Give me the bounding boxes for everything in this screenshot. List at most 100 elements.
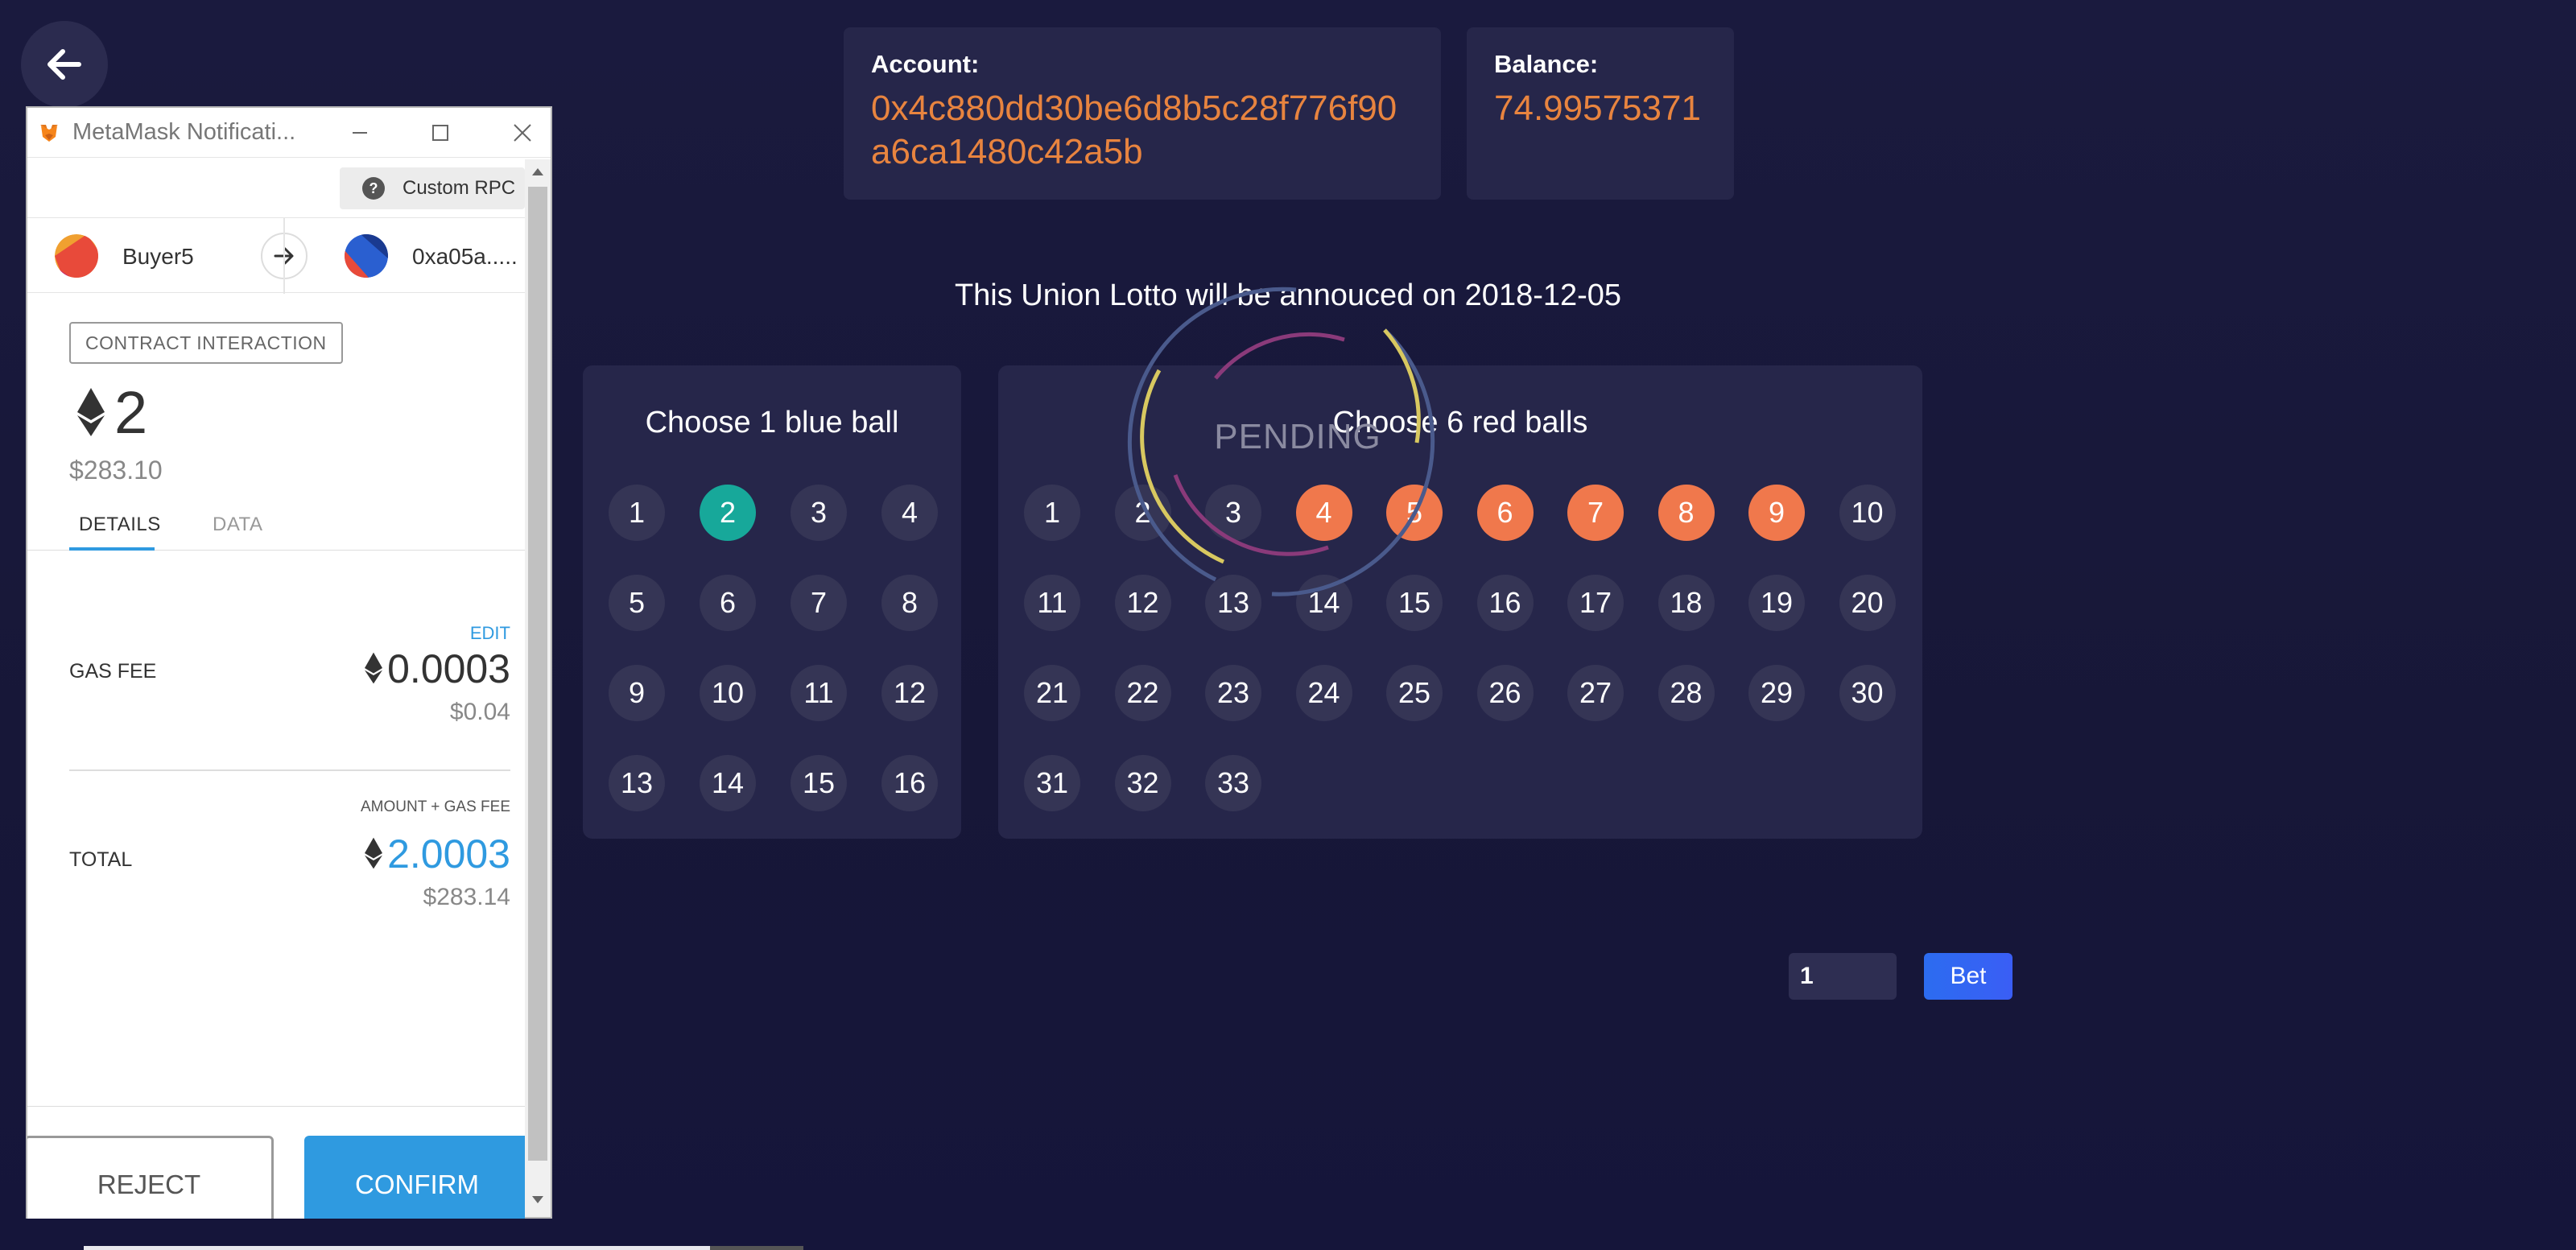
minimize-icon	[353, 132, 367, 134]
red-ball-22[interactable]: 22	[1114, 665, 1171, 721]
red-ball-1[interactable]: 1	[1024, 485, 1080, 541]
red-ball-30[interactable]: 30	[1839, 665, 1896, 721]
blue-ball-7[interactable]: 7	[791, 575, 847, 631]
red-ball-19[interactable]: 19	[1748, 575, 1805, 631]
back-button[interactable]	[21, 21, 108, 108]
from-account-name: Buyer5	[122, 244, 194, 269]
ethereum-icon	[365, 837, 383, 869]
ethereum-icon	[365, 652, 383, 684]
gas-fee-usd: $0.04	[449, 699, 510, 725]
blue-ball-11[interactable]: 11	[791, 665, 847, 721]
amount-eth: 2	[77, 378, 147, 447]
blue-ball-6[interactable]: 6	[700, 575, 756, 631]
red-ball-24[interactable]: 24	[1295, 665, 1352, 721]
red-ball-21[interactable]: 21	[1024, 665, 1080, 721]
red-ball-7[interactable]: 7	[1567, 485, 1624, 541]
red-ball-17[interactable]: 17	[1567, 575, 1624, 631]
minimize-button[interactable]	[346, 119, 374, 146]
red-ball-26[interactable]: 26	[1476, 665, 1534, 721]
network-label: Custom RPC	[402, 177, 516, 199]
blue-ball-13[interactable]: 13	[609, 755, 665, 811]
taskbar-strip-dark	[710, 1246, 803, 1250]
gas-fee-eth: 0.0003	[365, 646, 510, 692]
red-ball-11[interactable]: 11	[1024, 575, 1080, 631]
red-ball-32[interactable]: 32	[1114, 755, 1171, 811]
red-ball-6[interactable]: 6	[1476, 485, 1534, 541]
to-account-address: 0xa05a.....	[412, 244, 518, 269]
active-tab-indicator	[69, 547, 155, 551]
tab-details[interactable]: DETAILS	[79, 514, 161, 536]
red-ball-29[interactable]: 29	[1748, 665, 1805, 721]
balance-card: Balance: 74.99575371	[1467, 27, 1734, 200]
detail-tabs: DETAILS DATA	[27, 489, 525, 551]
blue-ball-16[interactable]: 16	[881, 755, 938, 811]
blue-panel-title: Choose 1 blue ball	[645, 406, 899, 439]
blue-ball-15[interactable]: 15	[791, 755, 847, 811]
account-label: Account:	[871, 50, 980, 78]
metamask-window-title: MetaMask Notificati...	[72, 119, 296, 145]
maximize-button[interactable]	[427, 119, 454, 146]
scrollbar[interactable]	[525, 159, 551, 1217]
contract-interaction-badge: CONTRACT INTERACTION	[69, 322, 343, 364]
amount-usd: $283.10	[69, 456, 163, 485]
blue-ball-1[interactable]: 1	[609, 485, 665, 541]
blue-ball-10[interactable]: 10	[700, 665, 756, 721]
network-selector[interactable]: ? Custom RPC	[340, 167, 525, 209]
total-eth-value: 2.0003	[387, 831, 510, 877]
account-address: 0x4c880dd30be6d8b5c28f776f90a6ca1480c42a…	[871, 89, 1397, 171]
reject-button[interactable]: REJECT	[27, 1136, 274, 1219]
maximize-icon	[432, 125, 448, 141]
red-ball-33[interactable]: 33	[1205, 755, 1261, 811]
red-ball-8[interactable]: 8	[1657, 485, 1715, 541]
total-eth: 2.0003	[365, 831, 510, 877]
red-ball-31[interactable]: 31	[1024, 755, 1080, 811]
balance-value: 74.99575371	[1494, 89, 1701, 128]
blue-ball-14[interactable]: 14	[700, 755, 756, 811]
from-account-avatar	[55, 234, 98, 278]
red-ball-9[interactable]: 9	[1748, 485, 1805, 541]
ethereum-icon	[77, 388, 105, 436]
metamask-content: ? Custom RPC Buyer5 0xa05a..... CONTRACT…	[27, 159, 525, 1219]
blue-ball-12[interactable]: 12	[881, 665, 938, 721]
bet-button[interactable]: Bet	[1924, 953, 2013, 1000]
red-ball-16[interactable]: 16	[1476, 575, 1534, 631]
red-ball-23[interactable]: 23	[1205, 665, 1261, 721]
red-ball-20[interactable]: 20	[1839, 575, 1896, 631]
confirm-button[interactable]: CONFIRM	[304, 1136, 525, 1219]
total-usd: $283.14	[423, 884, 510, 910]
blue-ball-9[interactable]: 9	[609, 665, 665, 721]
balance-label: Balance:	[1494, 50, 1599, 78]
scroll-thumb[interactable]	[528, 187, 547, 1161]
close-button[interactable]	[509, 119, 536, 146]
section-divider	[69, 769, 510, 771]
metamask-titlebar: MetaMask Notificati...	[27, 108, 551, 158]
edit-gas-link[interactable]: EDIT	[470, 623, 510, 644]
red-ball-18[interactable]: 18	[1657, 575, 1715, 631]
red-ball-27[interactable]: 27	[1567, 665, 1624, 721]
bet-multiplier-input[interactable]	[1789, 953, 1897, 1000]
red-ball-10[interactable]: 10	[1839, 485, 1896, 541]
red-ball-25[interactable]: 25	[1386, 665, 1443, 721]
blue-ball-panel: Choose 1 blue ball 1 2 3 4 5 6 7 8 9 10 11 12 13 14 15…	[583, 365, 961, 839]
scroll-up-icon	[532, 168, 543, 175]
close-icon	[514, 124, 531, 142]
help-circle-icon: ?	[362, 177, 385, 200]
red-ball-28[interactable]: 28	[1657, 665, 1715, 721]
action-footer: REJECT CONFIRM	[27, 1106, 525, 1219]
blue-ball-8[interactable]: 8	[881, 575, 938, 631]
to-account-avatar	[345, 234, 388, 278]
taskbar-strip	[84, 1246, 710, 1250]
total-label: TOTAL	[69, 848, 133, 871]
blue-ball-2[interactable]: 2	[700, 485, 756, 541]
blue-ball-3[interactable]: 3	[791, 485, 847, 541]
total-caption: AMOUNT + GAS FEE	[361, 798, 510, 815]
tab-data[interactable]: DATA	[213, 514, 262, 536]
blue-ball-5[interactable]: 5	[609, 575, 665, 631]
transfer-accounts-row: Buyer5 0xa05a.....	[27, 217, 525, 294]
arrow-left-icon	[47, 49, 81, 80]
pending-text: PENDING	[1214, 417, 1381, 456]
account-divider	[283, 218, 285, 294]
metamask-window: MetaMask Notificati... ? Custom RPC Buye…	[26, 106, 552, 1219]
blue-ball-4[interactable]: 4	[881, 485, 938, 541]
scroll-down-icon	[532, 1196, 543, 1203]
